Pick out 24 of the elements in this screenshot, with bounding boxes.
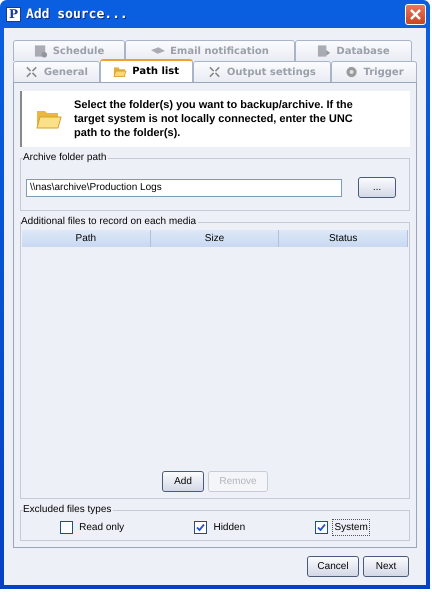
window-title: Add source... bbox=[26, 6, 128, 22]
arrows-icon bbox=[24, 65, 39, 79]
checkbox[interactable] bbox=[60, 521, 74, 534]
group-label: Excluded files types bbox=[23, 505, 112, 515]
checkbox[interactable] bbox=[315, 521, 328, 534]
folder-icon bbox=[36, 108, 62, 130]
app-icon: P bbox=[6, 6, 21, 22]
cancel-button[interactable]: Cancel bbox=[307, 556, 359, 577]
folder-icon bbox=[113, 64, 128, 78]
add-button[interactable]: Add bbox=[162, 471, 204, 492]
instruction-text: Select the folder(s) you want to backup/archive. If the target system is not locally connected, enter the UNC path to the folder(s). bbox=[74, 98, 354, 140]
arrows-icon bbox=[208, 65, 222, 79]
checkbox-label: System bbox=[332, 519, 370, 536]
group-label: Additional files to record on each media bbox=[21, 217, 198, 227]
group-label: Archive folder path bbox=[23, 153, 108, 163]
browse-button[interactable]: ... bbox=[358, 177, 396, 198]
tab[interactable]: Path list bbox=[100, 59, 193, 82]
close-icon bbox=[409, 8, 422, 20]
path-field[interactable]: \\nas\archive\Production Logs bbox=[26, 178, 342, 196]
checkbox-label: Read only bbox=[78, 521, 126, 535]
checkbox-label: Hidden bbox=[212, 521, 246, 535]
close-button[interactable] bbox=[405, 4, 426, 24]
next-button[interactable]: Next bbox=[363, 556, 409, 577]
checkbox[interactable] bbox=[194, 521, 208, 534]
